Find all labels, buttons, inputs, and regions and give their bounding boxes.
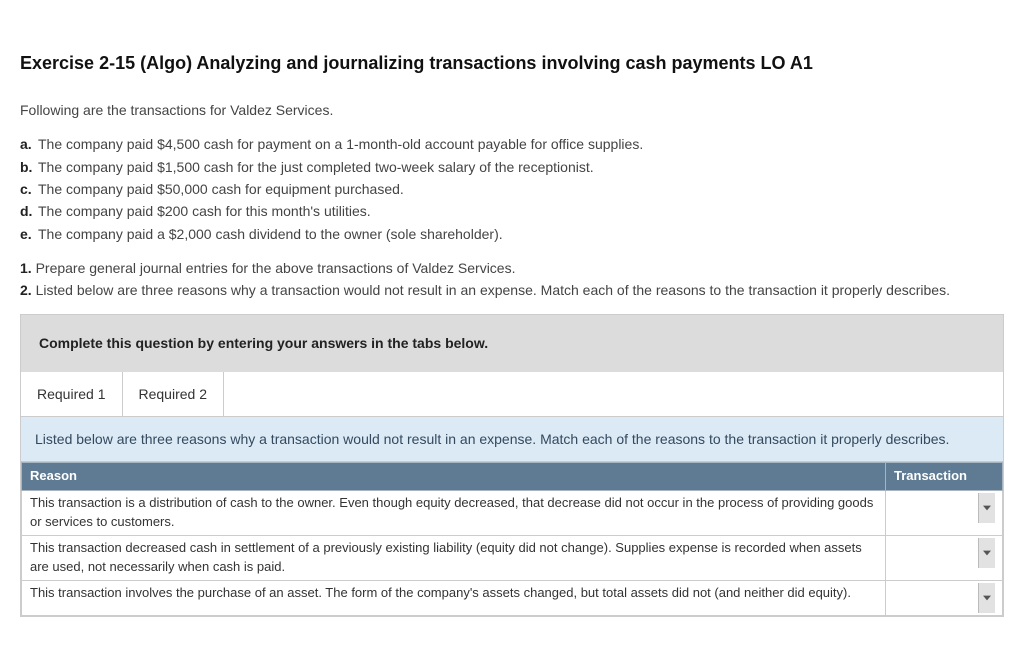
tabs-row: Required 1 Required 2 [21,372,1003,417]
list-item: a.The company paid $4,500 cash for payme… [20,134,1004,154]
table-row: This transaction decreased cash in settl… [22,535,1003,580]
list-item: b.The company paid $1,500 cash for the j… [20,157,1004,177]
chevron-down-icon [978,493,995,523]
list-item: 2. Listed below are three reasons why a … [20,280,1004,300]
transaction-dropdown[interactable] [894,539,994,567]
tab-prompt: Listed below are three reasons why a tra… [21,417,1003,462]
item-label: d. [20,201,38,221]
transaction-dropdown[interactable] [894,584,994,612]
reason-cell: This transaction is a distribution of ca… [22,491,886,536]
page-title: Exercise 2-15 (Algo) Analyzing and journ… [20,50,1004,76]
transaction-cell [886,491,1003,536]
item-text: The company paid a $2,000 cash dividend … [38,226,503,242]
reason-table: Reason Transaction This transaction is a… [21,462,1003,615]
answer-panel: Complete this question by entering your … [20,314,1004,616]
list-item: 1. Prepare general journal entries for t… [20,258,1004,278]
item-text: Prepare general journal entries for the … [36,260,516,276]
table-row: This transaction involves the purchase o… [22,580,1003,615]
transaction-dropdown[interactable] [894,494,994,522]
reason-cell: This transaction involves the purchase o… [22,580,886,615]
transaction-list: a.The company paid $4,500 cash for payme… [20,134,1004,243]
chevron-down-icon [978,583,995,613]
item-label: c. [20,179,38,199]
reason-cell: This transaction decreased cash in settl… [22,535,886,580]
item-label: e. [20,224,38,244]
item-label: 1. [20,258,32,278]
item-text: Listed below are three reasons why a tra… [36,282,950,298]
panel-header: Complete this question by entering your … [21,315,1003,371]
item-label: 2. [20,280,32,300]
task-list: 1. Prepare general journal entries for t… [20,258,1004,301]
list-item: e.The company paid a $2,000 cash dividen… [20,224,1004,244]
item-label: b. [20,157,38,177]
col-transaction: Transaction [886,463,1003,491]
item-label: a. [20,134,38,154]
chevron-down-icon [978,538,995,568]
col-reason: Reason [22,463,886,491]
item-text: The company paid $200 cash for this mont… [38,203,371,219]
tab-required-1[interactable]: Required 1 [21,372,123,416]
table-row: This transaction is a distribution of ca… [22,491,1003,536]
tab-required-2[interactable]: Required 2 [123,372,225,416]
item-text: The company paid $1,500 cash for the jus… [38,159,594,175]
intro-text: Following are the transactions for Valde… [20,100,1004,120]
transaction-cell [886,580,1003,615]
list-item: c.The company paid $50,000 cash for equi… [20,179,1004,199]
list-item: d.The company paid $200 cash for this mo… [20,201,1004,221]
item-text: The company paid $50,000 cash for equipm… [38,181,404,197]
item-text: The company paid $4,500 cash for payment… [38,136,643,152]
transaction-cell [886,535,1003,580]
